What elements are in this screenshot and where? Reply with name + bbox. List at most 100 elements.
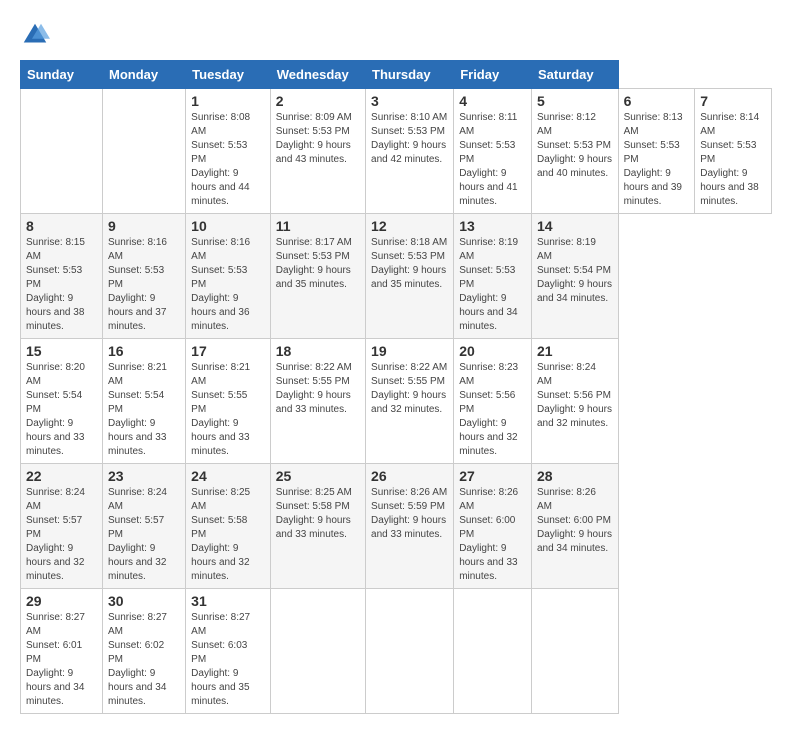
day-of-week-header: Sunday [21,61,103,89]
calendar-cell: 3 Sunrise: 8:10 AMSunset: 5:53 PMDaylight… [366,89,454,214]
calendar-cell: 2 Sunrise: 8:09 AMSunset: 5:53 PMDaylight… [270,89,365,214]
calendar-cell [103,89,186,214]
calendar-cell [270,589,365,714]
logo-icon [20,20,50,50]
day-number: 18 [276,343,360,359]
day-content: Sunrise: 8:21 AMSunset: 5:54 PMDaylight:… [108,361,180,459]
day-of-week-header: Friday [454,61,532,89]
calendar-week-row: 15 Sunrise: 8:20 AMSunset: 5:54 PMDayligh… [21,339,772,464]
day-content: Sunrise: 8:19 AMSunset: 5:54 PMDaylight:… [537,236,613,306]
day-content: Sunrise: 8:15 AMSunset: 5:53 PMDaylight:… [26,236,97,334]
day-content: Sunrise: 8:20 AMSunset: 5:54 PMDaylight:… [26,361,97,459]
calendar-cell: 14 Sunrise: 8:19 AMSunset: 5:54 PMDayligh… [531,214,618,339]
day-content: Sunrise: 8:13 AMSunset: 5:53 PMDaylight:… [624,111,690,209]
day-number: 14 [537,218,613,234]
calendar-cell: 18 Sunrise: 8:22 AMSunset: 5:55 PMDayligh… [270,339,365,464]
day-number: 19 [371,343,448,359]
day-of-week-header: Wednesday [270,61,365,89]
calendar-cell: 10 Sunrise: 8:16 AMSunset: 5:53 PMDayligh… [186,214,271,339]
calendar-week-row: 22 Sunrise: 8:24 AMSunset: 5:57 PMDayligh… [21,464,772,589]
calendar-cell: 6 Sunrise: 8:13 AMSunset: 5:53 PMDaylight… [618,89,695,214]
calendar-cell: 8 Sunrise: 8:15 AMSunset: 5:53 PMDaylight… [21,214,103,339]
day-number: 1 [191,93,265,109]
day-content: Sunrise: 8:12 AMSunset: 5:53 PMDaylight:… [537,111,613,181]
calendar-cell: 9 Sunrise: 8:16 AMSunset: 5:53 PMDaylight… [103,214,186,339]
day-content: Sunrise: 8:16 AMSunset: 5:53 PMDaylight:… [191,236,265,334]
day-number: 30 [108,593,180,609]
day-number: 21 [537,343,613,359]
day-content: Sunrise: 8:25 AMSunset: 5:58 PMDaylight:… [191,486,265,584]
calendar-cell: 26 Sunrise: 8:26 AMSunset: 5:59 PMDayligh… [366,464,454,589]
calendar-cell: 15 Sunrise: 8:20 AMSunset: 5:54 PMDayligh… [21,339,103,464]
day-content: Sunrise: 8:27 AMSunset: 6:02 PMDaylight:… [108,611,180,709]
day-number: 6 [624,93,690,109]
calendar-cell [454,589,532,714]
calendar-cell: 20Sunrise: 8:23 AMSunset: 5:56 PMDayligh… [454,339,532,464]
day-number: 7 [700,93,766,109]
calendar-cell [531,589,618,714]
day-content: Sunrise: 8:21 AMSunset: 5:55 PMDaylight:… [191,361,265,459]
day-content: Sunrise: 8:22 AMSunset: 5:55 PMDaylight:… [276,361,360,417]
day-number: 9 [108,218,180,234]
day-number: 29 [26,593,97,609]
day-number: 31 [191,593,265,609]
calendar-cell: 29 Sunrise: 8:27 AMSunset: 6:01 PMDayligh… [21,589,103,714]
calendar-header-row: SundayMondayTuesdayWednesdayThursdayFrid… [21,61,772,89]
calendar-cell: 7Sunrise: 8:14 AMSunset: 5:53 PMDaylight… [695,89,772,214]
day-number: 24 [191,468,265,484]
day-content: Sunrise: 8:22 AMSunset: 5:55 PMDaylight:… [371,361,448,417]
day-number: 27 [459,468,526,484]
day-content: Sunrise: 8:27 AMSunset: 6:01 PMDaylight:… [26,611,97,709]
day-of-week-header: Thursday [366,61,454,89]
calendar-cell: 17Sunrise: 8:21 AMSunset: 5:55 PMDayligh… [186,339,271,464]
day-content: Sunrise: 8:11 AMSunset: 5:53 PMDaylight:… [459,111,526,209]
day-content: Sunrise: 8:23 AMSunset: 5:56 PMDaylight:… [459,361,526,459]
calendar: SundayMondayTuesdayWednesdayThursdayFrid… [20,60,772,714]
calendar-cell: 28 Sunrise: 8:26 AMSunset: 6:00 PMDayligh… [531,464,618,589]
calendar-cell: 31 Sunrise: 8:27 AMSunset: 6:03 PMDayligh… [186,589,271,714]
day-number: 15 [26,343,97,359]
day-number: 3 [371,93,448,109]
calendar-cell: 25Sunrise: 8:25 AMSunset: 5:58 PMDayligh… [270,464,365,589]
day-content: Sunrise: 8:26 AMSunset: 5:59 PMDaylight:… [371,486,448,542]
day-number: 11 [276,218,360,234]
day-content: Sunrise: 8:18 AMSunset: 5:53 PMDaylight:… [371,236,448,292]
day-number: 23 [108,468,180,484]
day-number: 10 [191,218,265,234]
calendar-cell: 22 Sunrise: 8:24 AMSunset: 5:57 PMDayligh… [21,464,103,589]
calendar-cell: 19 Sunrise: 8:22 AMSunset: 5:55 PMDayligh… [366,339,454,464]
day-of-week-header: Monday [103,61,186,89]
day-content: Sunrise: 8:16 AMSunset: 5:53 PMDaylight:… [108,236,180,334]
day-content: Sunrise: 8:24 AMSunset: 5:57 PMDaylight:… [26,486,97,584]
calendar-cell: 27 Sunrise: 8:26 AMSunset: 6:00 PMDayligh… [454,464,532,589]
day-content: Sunrise: 8:19 AMSunset: 5:53 PMDaylight:… [459,236,526,334]
day-of-week-header: Tuesday [186,61,271,89]
day-of-week-header: Saturday [531,61,618,89]
day-number: 5 [537,93,613,109]
day-number: 16 [108,343,180,359]
calendar-cell: 12 Sunrise: 8:18 AMSunset: 5:53 PMDayligh… [366,214,454,339]
day-content: Sunrise: 8:25 AMSunset: 5:58 PMDaylight:… [276,486,360,542]
day-number: 2 [276,93,360,109]
day-content: Sunrise: 8:17 AMSunset: 5:53 PMDaylight:… [276,236,360,292]
day-content: Sunrise: 8:27 AMSunset: 6:03 PMDaylight:… [191,611,265,709]
day-content: Sunrise: 8:09 AMSunset: 5:53 PMDaylight:… [276,111,360,167]
calendar-cell: 16 Sunrise: 8:21 AMSunset: 5:54 PMDayligh… [103,339,186,464]
day-number: 22 [26,468,97,484]
calendar-cell: 4Sunrise: 8:11 AMSunset: 5:53 PMDaylight… [454,89,532,214]
day-content: Sunrise: 8:26 AMSunset: 6:00 PMDaylight:… [537,486,613,556]
day-content: Sunrise: 8:10 AMSunset: 5:53 PMDaylight:… [371,111,448,167]
calendar-cell: 13Sunrise: 8:19 AMSunset: 5:53 PMDayligh… [454,214,532,339]
calendar-cell-empty [21,89,103,214]
day-number: 28 [537,468,613,484]
day-number: 12 [371,218,448,234]
calendar-cell: 5 Sunrise: 8:12 AMSunset: 5:53 PMDaylight… [531,89,618,214]
calendar-cell: 21 Sunrise: 8:24 AMSunset: 5:56 PMDayligh… [531,339,618,464]
day-number: 8 [26,218,97,234]
day-content: Sunrise: 8:24 AMSunset: 5:56 PMDaylight:… [537,361,613,431]
calendar-cell: 1Sunrise: 8:08 AMSunset: 5:53 PMDaylight… [186,89,271,214]
calendar-cell: 11 Sunrise: 8:17 AMSunset: 5:53 PMDayligh… [270,214,365,339]
calendar-week-row: 8 Sunrise: 8:15 AMSunset: 5:53 PMDaylight… [21,214,772,339]
day-number: 26 [371,468,448,484]
day-content: Sunrise: 8:26 AMSunset: 6:00 PMDaylight:… [459,486,526,584]
